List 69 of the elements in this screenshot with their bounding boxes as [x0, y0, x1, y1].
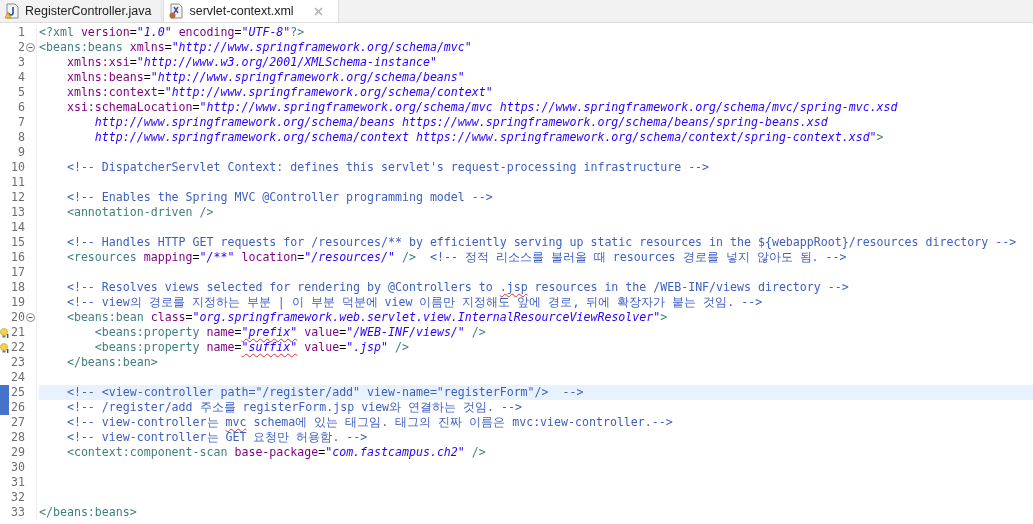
line-number: 19 — [10, 295, 25, 310]
change-marker — [0, 400, 9, 415]
line-number: 17 — [10, 265, 25, 280]
line-number: 7 — [17, 115, 25, 130]
code-line: <beans:bean class="org.springframework.web.servlet.view.InternalResourceViewResolver"> — [65, 310, 668, 325]
collapse-icon — [26, 313, 35, 322]
line-number: 30 — [10, 460, 25, 475]
xml-file-icon — [168, 3, 185, 19]
line-number: 14 — [10, 220, 25, 235]
line-number: 10 — [10, 160, 25, 175]
code-line: <!-- DispatcherServlet Context: defines this servlet's request-processing infrastructure --> — [65, 160, 710, 175]
line-number: 31 — [10, 475, 25, 490]
editor-tab[interactable]: servlet-context.xml — [163, 0, 339, 22]
code-line: xmlns:xsi="http://www.w3.org/2001/XMLSchema-instance" — [65, 55, 437, 70]
line-number: 11 — [10, 175, 25, 190]
line-number: 33 — [10, 505, 25, 520]
line-number: 24 — [10, 370, 25, 385]
line-number: 12 — [10, 190, 25, 205]
line-number: 15 — [10, 235, 25, 250]
code-line: <!-- Handles HTTP GET requests for /resources/** by efficiently serving up static resources in the ${webappRoot}/resources directory --> — [65, 235, 1017, 250]
line-number: 27 — [10, 415, 25, 430]
code-line: <?xml version="1.0" encoding="UTF-8"?> — [39, 25, 305, 40]
line-number: 25 — [10, 385, 25, 400]
code-line: <beans:property name="suffix" value=".jsp" /> — [93, 340, 409, 355]
code-line: <resources mapping="/**" location="/resources/" /> <!-- 정적 리소스를 불러올 때 resources 경로를 넣지 않아도 됨. --> — [65, 250, 847, 265]
code-line: <!-- /register/add 주소를 registerForm.jsp view와 연결하는 것임. --> — [65, 400, 522, 415]
line-number: 5 — [17, 85, 25, 100]
line-number: 26 — [10, 400, 25, 415]
line-number: 23 — [10, 355, 25, 370]
code-line: </beans:bean> — [65, 355, 158, 370]
line-number: 28 — [10, 430, 25, 445]
line-number: 4 — [17, 70, 25, 85]
collapse-icon — [26, 43, 35, 52]
line-number: 8 — [17, 130, 25, 145]
line-number: 16 — [10, 250, 25, 265]
code-line: <!-- <view-controller path="/register/add" view-name="registerForm"/> --> — [65, 385, 584, 400]
code-line: <!-- Resolves views selected for rendering by @Controllers to .jsp resources in the /WEB-INF/views directory --> — [65, 280, 849, 295]
code-line: xsi:schemaLocation="http://www.springframework.org/schema/mvc https://www.springframework.org/schema/mvc/spring-mvc.xsd — [65, 100, 898, 115]
lightbulb-icon — [0, 327, 9, 338]
code-line: http://www.springframework.org/schema/beans https://www.springframework.org/schema/beans/spring-beans.xsd — [93, 115, 828, 130]
code-line: <!-- view-controller는 GET 요청만 허용함. --> — [65, 430, 368, 445]
line-number: 22 — [10, 340, 25, 355]
change-marker — [0, 385, 9, 400]
line-number: 32 — [10, 490, 25, 505]
java-file-icon — [4, 3, 20, 19]
code-line: <annotation-driven /> — [65, 205, 214, 220]
code-line: <!-- view의 경로를 지정하는 부분 | 이 부분 덕분에 view 이름만 지정해도 앞에 경로, 뒤에 확장자가 붙는 것임. --> — [65, 295, 763, 310]
editor-tab[interactable]: RegisterController.java — [0, 0, 163, 22]
line-number: 20 — [10, 310, 25, 325]
code-line: </beans:beans> — [39, 505, 137, 520]
code-line: xmlns:context="http://www.springframework.org/schema/context" — [65, 85, 493, 100]
code-line: http://www.springframework.org/schema/context https://www.springframework.org/schema/context/spring-context.xsd"> — [93, 130, 884, 145]
line-number: 18 — [10, 280, 25, 295]
code-line: <context:component-scan base-package="com.fastcampus.ch2" /> — [65, 445, 486, 460]
line-number: 13 — [10, 205, 25, 220]
lightbulb-icon — [0, 342, 9, 353]
code-line: <beans:beans xmlns="http://www.springframework.org/schema/mvc" — [39, 40, 472, 55]
line-number: 29 — [10, 445, 25, 460]
line-number: 21 — [10, 325, 25, 340]
code-line: xmlns:beans="http://www.springframework.org/schema/beans" — [65, 70, 465, 85]
line-number: 2 — [17, 40, 25, 55]
line-number: 1 — [17, 25, 25, 40]
line-number: 3 — [17, 55, 25, 70]
code-line: <beans:property name="prefix" value="/WEB-INF/views/" /> — [93, 325, 486, 340]
code-line: <!-- Enables the Spring MVC @Controller programming model --> — [65, 190, 493, 205]
line-number: 6 — [17, 100, 25, 115]
close-icon[interactable] — [312, 5, 324, 17]
line-number: 9 — [17, 145, 25, 160]
code-line: <!-- view-controller는 mvc schema에 있는 태그임. 태그의 진짜 이름은 mvc:view-controller.--> — [65, 415, 673, 430]
